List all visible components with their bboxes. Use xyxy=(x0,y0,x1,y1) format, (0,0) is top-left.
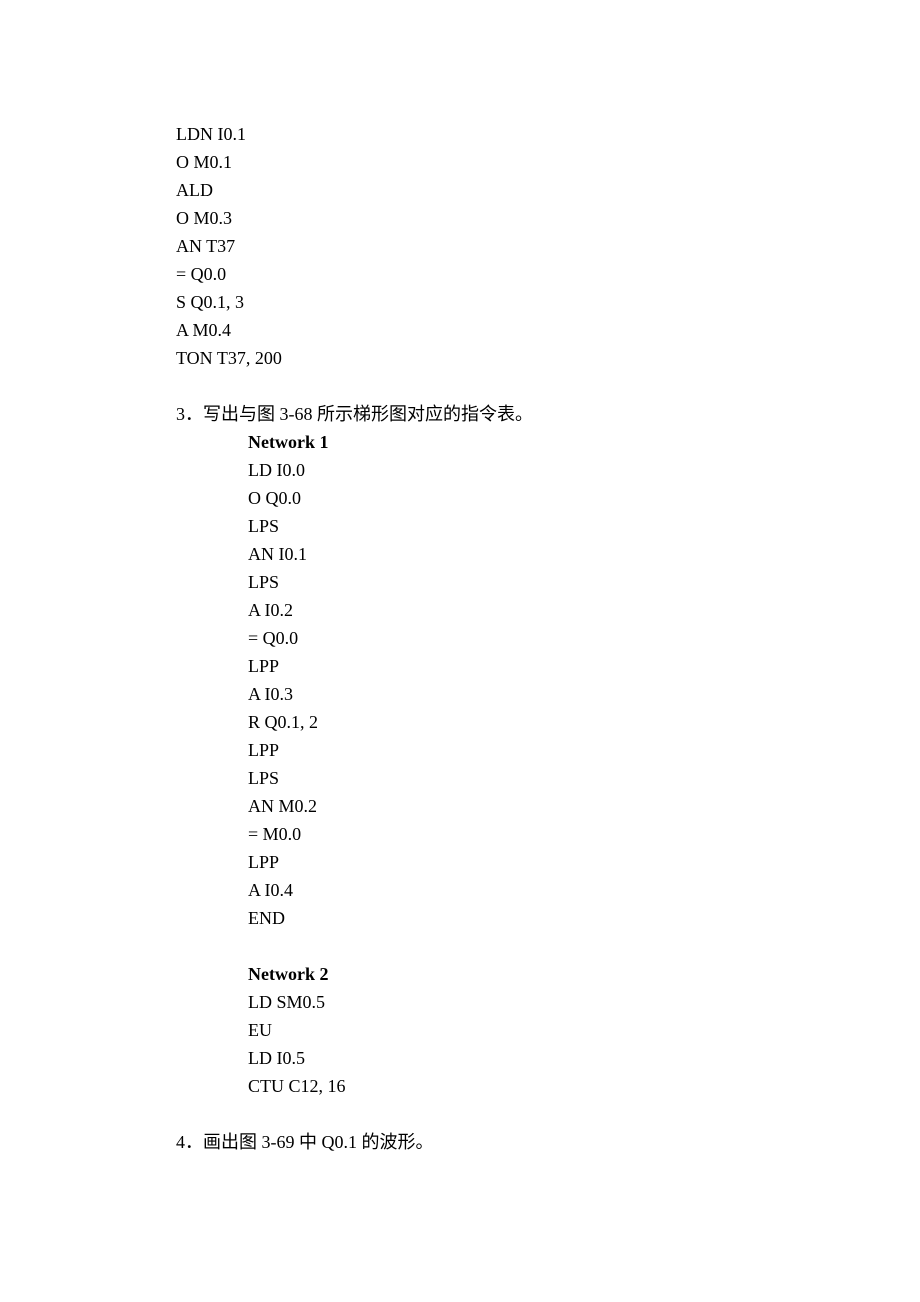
network-1-block: Network 1 LD I0.0 O Q0.0 LPS AN I0.1 LPS… xyxy=(248,428,800,932)
code-line: A I0.3 xyxy=(248,680,800,708)
code-line: LD I0.0 xyxy=(248,456,800,484)
question-4-heading: 4．画出图 3-69 中 Q0.1 的波形。 xyxy=(176,1128,800,1156)
code-line: LPS xyxy=(248,512,800,540)
code-line: LPS xyxy=(248,764,800,792)
code-line: CTU C12, 16 xyxy=(248,1072,800,1100)
code-line: LPP xyxy=(248,652,800,680)
code-line: LD SM0.5 xyxy=(248,988,800,1016)
code-line: O M0.3 xyxy=(176,204,800,232)
network-1-title: Network 1 xyxy=(248,428,800,456)
code-line: A I0.2 xyxy=(248,596,800,624)
code-line: R Q0.1, 2 xyxy=(248,708,800,736)
code-line: ALD xyxy=(176,176,800,204)
network-2-block: Network 2 LD SM0.5 EU LD I0.5 CTU C12, 1… xyxy=(248,960,800,1100)
code-line: LPP xyxy=(248,848,800,876)
code-line: O Q0.0 xyxy=(248,484,800,512)
question-3-heading: 3．写出与图 3-68 所示梯形图对应的指令表。 xyxy=(176,400,800,428)
code-line: AN T37 xyxy=(176,232,800,260)
code-line: S Q0.1, 3 xyxy=(176,288,800,316)
code-line: A M0.4 xyxy=(176,316,800,344)
code-line: A I0.4 xyxy=(248,876,800,904)
code-line: = Q0.0 xyxy=(248,624,800,652)
code-line: TON T37, 200 xyxy=(176,344,800,372)
code-line: AN M0.2 xyxy=(248,792,800,820)
network-2-title: Network 2 xyxy=(248,960,800,988)
code-line: O M0.1 xyxy=(176,148,800,176)
code-line: AN I0.1 xyxy=(248,540,800,568)
code-line: = Q0.0 xyxy=(176,260,800,288)
code-line: = M0.0 xyxy=(248,820,800,848)
code-line: LD I0.5 xyxy=(248,1044,800,1072)
blank-line xyxy=(176,932,800,960)
code-line: EU xyxy=(248,1016,800,1044)
code-line: END xyxy=(248,904,800,932)
code-block-1: LDN I0.1 O M0.1 ALD O M0.3 AN T37 = Q0.0… xyxy=(176,120,800,372)
code-line: LPS xyxy=(248,568,800,596)
code-line: LPP xyxy=(248,736,800,764)
document-page: LDN I0.1 O M0.1 ALD O M0.3 AN T37 = Q0.0… xyxy=(0,0,920,1276)
code-line: LDN I0.1 xyxy=(176,120,800,148)
